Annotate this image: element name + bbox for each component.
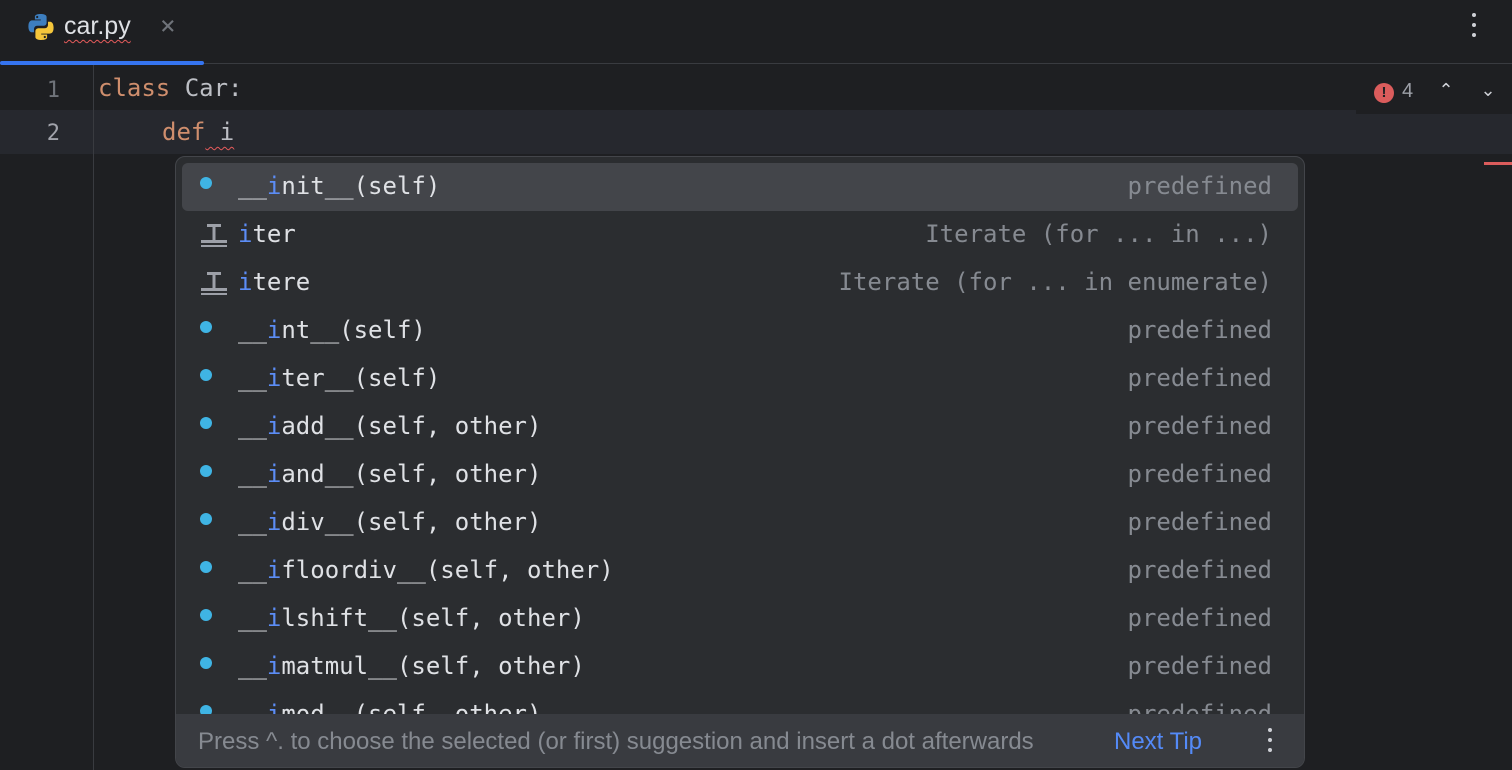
method-icon — [200, 417, 212, 429]
completion-item[interactable]: __imatmul__(self, other) predefined — [182, 643, 1298, 691]
error-icon: ! — [1374, 83, 1394, 103]
method-icon — [200, 465, 212, 477]
completion-item-hint: predefined — [1128, 700, 1273, 714]
footer-tip-text: Press ^. to choose the selected (or firs… — [198, 728, 1034, 756]
completion-item-name: __int__(self) — [238, 316, 426, 344]
completion-popup: __init__(self) predefined iter Iterate (for… — [175, 156, 1305, 768]
completion-item-hint: Iterate (for ... in enumerate) — [839, 268, 1272, 296]
code-text: Car: — [170, 74, 242, 102]
python-icon — [26, 12, 56, 42]
completion-item-hint: Iterate (for ... in ...) — [925, 220, 1272, 248]
tab-options-icon[interactable] — [1462, 10, 1486, 42]
completion-item[interactable]: iter Iterate (for ... in ...) — [182, 211, 1298, 259]
method-icon — [200, 657, 212, 669]
gutter-divider — [93, 65, 94, 770]
completion-item-name: __idiv__(self, other) — [238, 508, 541, 536]
completion-item[interactable]: __iter__(self) predefined — [182, 355, 1298, 403]
method-icon — [200, 321, 212, 333]
completion-list[interactable]: __init__(self) predefined iter Iterate (for… — [176, 157, 1305, 714]
completion-item[interactable]: __ifloordiv__(self, other) predefined — [182, 547, 1298, 595]
completion-item-hint: predefined — [1128, 412, 1273, 440]
completion-item-name: __iter__(self) — [238, 364, 440, 392]
method-icon — [200, 369, 212, 381]
line-number-2: 2 — [0, 121, 60, 146]
error-count: 4 — [1402, 80, 1413, 103]
keyword-class: class — [98, 74, 170, 102]
keyword-def: def — [162, 118, 205, 146]
active-tab-indicator — [0, 61, 204, 65]
code-line-2[interactable]: def i — [162, 118, 234, 146]
completion-footer: Press ^. to choose the selected (or firs… — [176, 714, 1305, 768]
line-number-1: 1 — [0, 78, 60, 103]
completion-item-hint: predefined — [1128, 316, 1273, 344]
method-icon — [200, 561, 212, 573]
method-icon — [200, 513, 212, 525]
completion-item-name: __iand__(self, other) — [238, 460, 541, 488]
tab-car-py[interactable]: car.py × — [0, 0, 204, 64]
method-icon — [200, 177, 212, 189]
completion-item[interactable]: __imod__(self, other) predefined — [182, 691, 1298, 714]
completion-item-hint: predefined — [1128, 556, 1273, 584]
tab-title: car.py — [64, 12, 131, 41]
completion-item[interactable]: __iadd__(self, other) predefined — [182, 403, 1298, 451]
completion-item[interactable]: __ilshift__(self, other) predefined — [182, 595, 1298, 643]
next-problem-icon[interactable]: ⌄ — [1476, 80, 1500, 104]
completion-item-hint: predefined — [1128, 604, 1273, 632]
previous-problem-icon[interactable]: ⌃ — [1434, 80, 1458, 104]
completion-item[interactable]: __idiv__(self, other) predefined — [182, 499, 1298, 547]
completion-item[interactable]: __iand__(self, other) predefined — [182, 451, 1298, 499]
next-tip-link[interactable]: Next Tip — [1114, 728, 1202, 756]
live-template-icon — [199, 221, 229, 249]
completion-item-name: __ilshift__(self, other) — [238, 604, 585, 632]
completion-item-hint: predefined — [1128, 172, 1273, 200]
completion-item-name: itere — [238, 268, 310, 296]
method-icon — [200, 609, 212, 621]
code-line-1[interactable]: class Car: — [98, 74, 243, 102]
completion-item-hint: predefined — [1128, 508, 1273, 536]
code-text-error: i — [205, 118, 234, 146]
completion-item[interactable]: __int__(self) predefined — [182, 307, 1298, 355]
close-tab-icon[interactable]: × — [160, 10, 176, 42]
completion-item-hint: predefined — [1128, 460, 1273, 488]
completion-item-name: __init__(self) — [238, 172, 440, 200]
completion-item-name: iter — [238, 220, 296, 248]
completion-item-name: __imod__(self, other) — [238, 700, 541, 714]
method-icon — [200, 705, 212, 714]
popup-options-icon[interactable] — [1266, 728, 1274, 756]
completion-item-name: __ifloordiv__(self, other) — [238, 556, 614, 584]
editor-tab-bar: car.py × — [0, 0, 1512, 64]
completion-item-selected[interactable]: __init__(self) predefined — [182, 163, 1298, 211]
completion-item[interactable]: itere Iterate (for ... in enumerate) — [182, 259, 1298, 307]
completion-item-hint: predefined — [1128, 364, 1273, 392]
completion-item-name: __imatmul__(self, other) — [238, 652, 585, 680]
completion-item-hint: predefined — [1128, 652, 1273, 680]
error-stripe-marker[interactable] — [1484, 162, 1512, 165]
completion-item-name: __iadd__(self, other) — [238, 412, 541, 440]
inspection-widget[interactable]: ! 4 ⌃ ⌄ — [1356, 70, 1512, 114]
live-template-icon — [199, 269, 229, 297]
